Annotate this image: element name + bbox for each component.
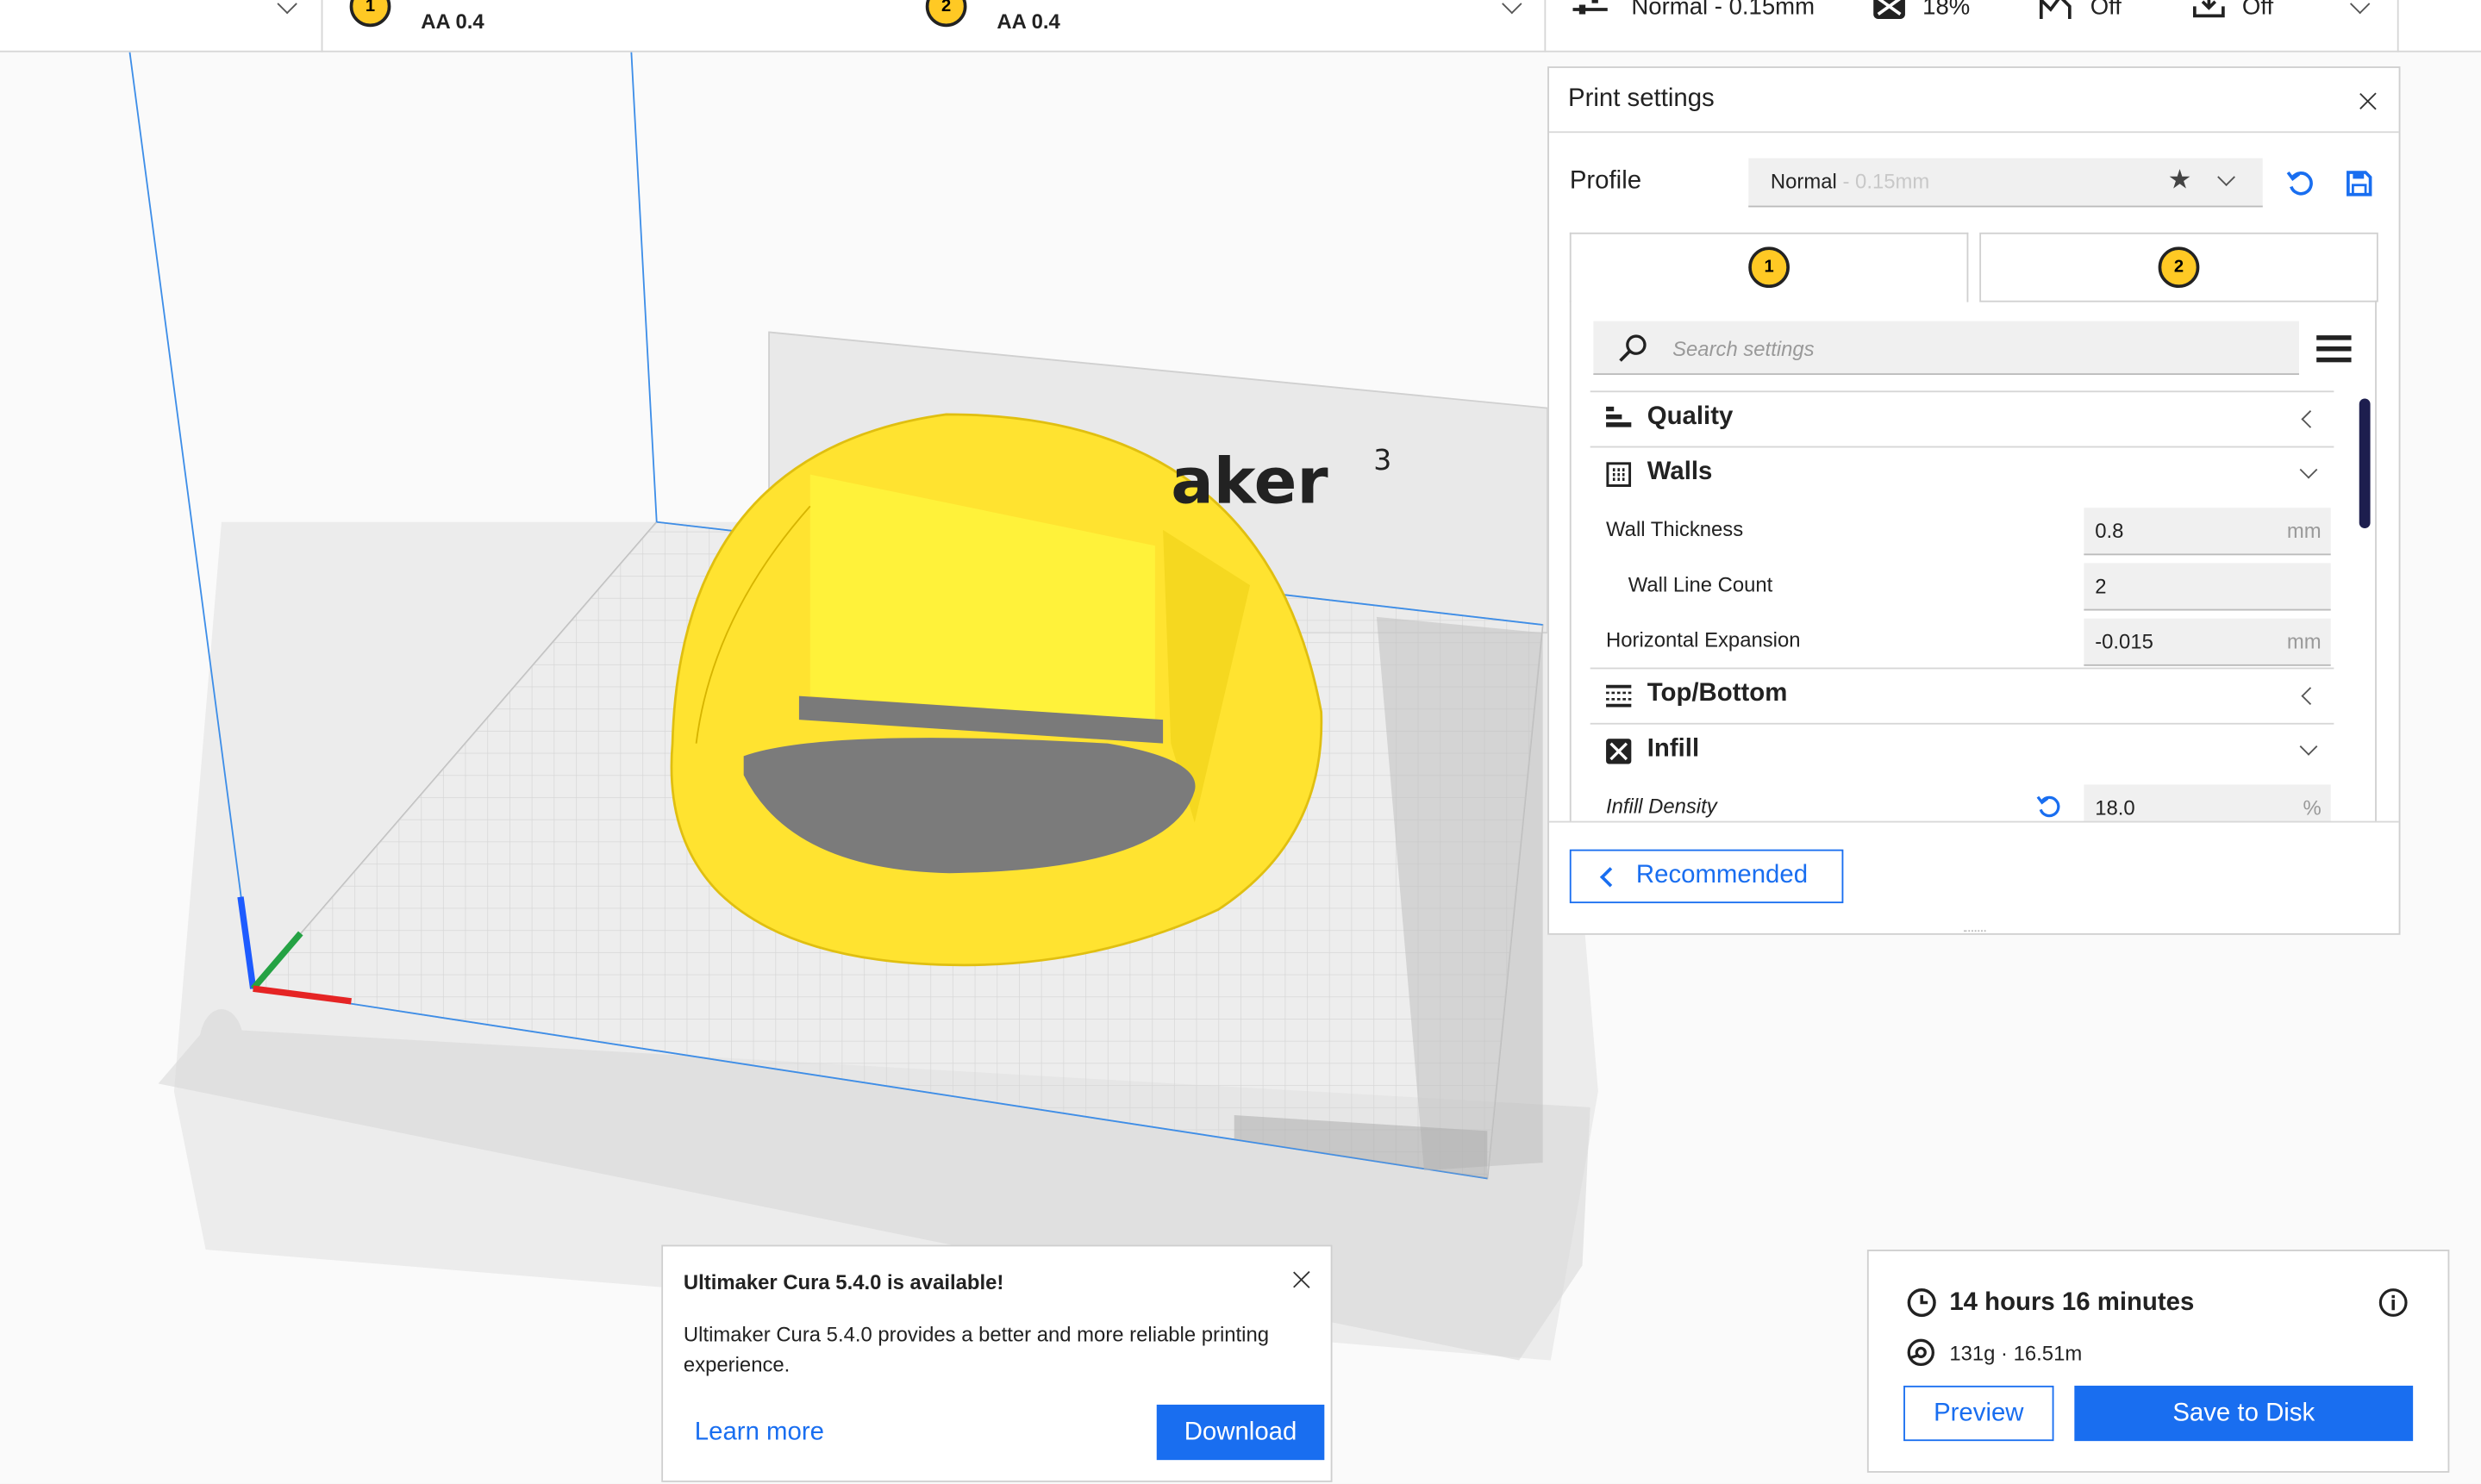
profile-layer-height: - 0.15mm (1836, 169, 1930, 193)
resize-handle[interactable] (1963, 930, 1986, 933)
chevron-left-icon (2301, 410, 2320, 428)
profile-summary: Normal - 0.15mm (1631, 0, 1815, 21)
top-bottom-icon (1606, 684, 1632, 708)
reset-setting-icon[interactable] (2036, 794, 2061, 819)
clock-icon (1907, 1288, 1936, 1318)
close-icon[interactable] (1293, 1270, 1312, 1289)
extruder-1-icon: 1 (1748, 246, 1790, 289)
notification-title: Ultimaker Cura 5.4.0 is available! (683, 1269, 1004, 1294)
info-icon[interactable] (2378, 1288, 2409, 1318)
category-infill[interactable]: Infill (1590, 722, 2334, 778)
print-time: 14 hours 16 minutes (1949, 1288, 2195, 1317)
extruder-2-icon: 2 (925, 0, 967, 28)
adhesion-summary: Off (2241, 0, 2274, 21)
category-quality[interactable]: Quality (1590, 390, 2334, 446)
search-input[interactable]: Search settings (1593, 321, 2299, 376)
extruder-tabs: 1 2 (1569, 232, 2378, 302)
save-profile-icon[interactable] (2345, 169, 2373, 197)
sliders-icon (1572, 0, 1608, 15)
settings-scrollbar[interactable] (2359, 398, 2371, 529)
learn-more-link[interactable]: Learn more (695, 1419, 824, 1447)
settings-list: Search settings Quality Walls Wall Thick… (1569, 300, 2377, 823)
extruder-2-nozzle: AA 0.4 (997, 9, 1060, 34)
setting-value: 0.8 (2095, 519, 2124, 543)
wall-line-count-input[interactable]: 2 (2084, 563, 2331, 611)
settings-visibility-menu-icon[interactable] (2316, 335, 2352, 364)
search-icon (1619, 334, 1647, 362)
backplate-logo-text: aker (1171, 446, 1328, 519)
backplate-logo-superscript: 3 (1373, 443, 1391, 477)
notification-body: Ultimaker Cura 5.4.0 provides a better a… (683, 1322, 1270, 1376)
chevron-left-icon (1599, 867, 1621, 888)
infill-density-input[interactable]: 18.0 % (2084, 784, 2331, 823)
infill-summary: 18% (1922, 0, 1971, 21)
setting-unit: mm (2286, 629, 2322, 654)
recommended-label: Recommended (1635, 862, 1809, 889)
recommended-button[interactable]: Recommended (1569, 849, 1844, 904)
support-icon (2039, 0, 2072, 20)
spool-icon (1907, 1338, 1934, 1367)
tab-extruder-1[interactable]: 1 (1569, 232, 1969, 302)
setting-wall-line-count: Wall Line Count 2 (1590, 557, 2334, 612)
wall-thickness-input[interactable]: 0.8 mm (2084, 508, 2331, 556)
star-icon[interactable]: ★ (2168, 165, 2192, 196)
chevron-down-icon (2217, 168, 2235, 186)
category-top-bottom[interactable]: Top/Bottom (1590, 667, 2334, 723)
save-to-disk-button[interactable]: Save to Disk (2074, 1385, 2414, 1442)
panel-header: Print settings (1548, 68, 2399, 134)
setting-label: Horizontal Expansion (1606, 627, 1801, 652)
setting-label: Wall Line Count (1628, 572, 1773, 596)
tab-extruder-2[interactable]: 2 (1979, 232, 2378, 302)
infill-icon (1606, 739, 1632, 764)
quality-icon (1606, 406, 1632, 427)
setting-unit: % (2303, 795, 2322, 820)
category-label: Top/Bottom (1647, 680, 1788, 708)
category-walls[interactable]: Walls (1590, 446, 2334, 502)
horizontal-expansion-input[interactable]: -0.015 mm (2084, 618, 2331, 666)
search-placeholder: Search settings (1672, 336, 1815, 361)
reset-profile-icon[interactable] (2286, 169, 2315, 197)
profile-name: Normal (1770, 169, 1837, 193)
chevron-down-icon (2349, 0, 2371, 15)
printer-selector[interactable] (0, 0, 323, 53)
update-notification: Ultimaker Cura 5.4.0 is available! Ultim… (661, 1244, 1333, 1482)
setting-label: Infill Density (1606, 794, 1717, 818)
setting-unit: mm (2286, 519, 2322, 543)
preview-button[interactable]: Preview (1903, 1385, 2054, 1442)
category-label: Walls (1647, 458, 1713, 486)
extruder-1-nozzle: AA 0.4 (421, 9, 484, 34)
category-label: Infill (1647, 735, 1700, 763)
setting-infill-density: Infill Density 18.0 % (1590, 778, 2334, 823)
extruder-2-icon: 2 (2158, 246, 2200, 289)
chevron-down-icon (277, 0, 297, 15)
top-toolbar: 1 AA 0.4 2 AA 0.4 Normal - 0.15mm 18% Of… (0, 0, 2481, 53)
chevron-down-icon (1502, 0, 1522, 15)
chevron-down-icon (2299, 737, 2318, 756)
chevron-left-icon (2301, 687, 2320, 706)
support-summary: Off (2090, 0, 2122, 21)
extruder-configuration[interactable]: 1 AA 0.4 2 AA 0.4 (322, 0, 1547, 53)
setting-horizontal-expansion: Horizontal Expansion -0.015 mm (1590, 612, 2334, 667)
profile-label: Profile (1569, 167, 1642, 195)
close-icon[interactable] (2359, 91, 2378, 110)
panel-footer: Recommended (1548, 820, 2399, 937)
adhesion-icon (2193, 0, 2225, 18)
setting-value: -0.015 (2095, 629, 2153, 654)
download-button[interactable]: Download (1156, 1404, 1325, 1461)
panel-title: Print settings (1567, 85, 1715, 113)
setting-value: 18.0 (2095, 795, 2135, 820)
extruder-1-icon: 1 (349, 0, 391, 28)
profile-dropdown[interactable]: Normal - 0.15mm ★ (1748, 158, 2263, 208)
print-settings-panel: Print settings Profile Normal - 0.15mm ★… (1547, 66, 2401, 937)
setting-label: Wall Thickness (1606, 517, 1744, 541)
category-label: Quality (1647, 403, 1734, 431)
material-usage: 131g · 16.51m (1949, 1341, 2083, 1366)
setting-value: 2 (2095, 574, 2107, 598)
infill-icon (1873, 0, 1905, 20)
chevron-down-icon (2299, 460, 2318, 479)
print-setup-summary[interactable]: Normal - 0.15mm 18% Off Off (1546, 0, 2399, 53)
setting-wall-thickness: Wall Thickness 0.8 mm (1590, 502, 2334, 557)
print-estimate-panel: 14 hours 16 minutes 131g · 16.51m Previe… (1866, 1250, 2450, 1473)
walls-icon (1606, 462, 1632, 487)
